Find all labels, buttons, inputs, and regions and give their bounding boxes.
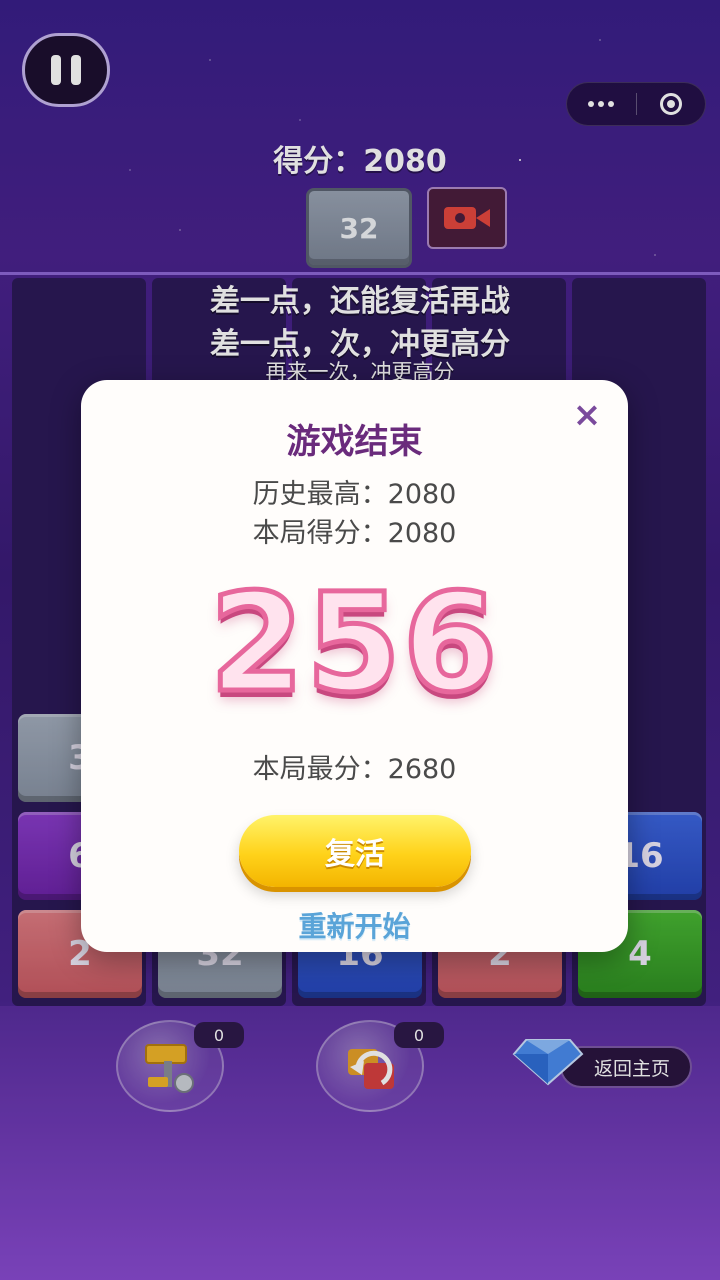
revive-button[interactable]: 复活 [239,815,471,887]
game-over-dialog: × 游戏结束 历史最高：2080 本局得分：2080 256 本局最分：2680… [81,380,628,952]
restart-link[interactable]: 重新开始 [81,905,628,945]
dialog-title: 游戏结束 [286,422,423,462]
history-best-score: 历史最高：2080 [252,479,457,510]
round-score: 本局得分：2080 [252,518,457,549]
max-tile-number: 256 [207,563,500,726]
round-max-score: 本局最分：2680 [252,754,457,785]
